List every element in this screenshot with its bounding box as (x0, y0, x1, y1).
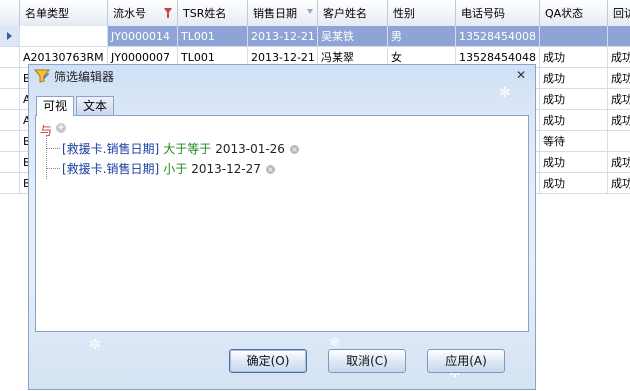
column-header-sale-date[interactable]: 销售日期 (248, 0, 318, 26)
condition-field[interactable]: [救援卡.销售日期] (62, 142, 159, 156)
row-indicator[interactable] (0, 152, 20, 173)
filter-editor-dialog: ✻ ✼ ❄ ✻ 筛选编辑器 ✕ 可视 文本 与 + [救援卡.销售日期] 大于等于… (28, 64, 536, 390)
condition-field[interactable]: [救援卡.销售日期] (62, 162, 159, 176)
column-header-list-type[interactable]: 名单类型 (20, 0, 108, 26)
table-cell[interactable]: 成功 (608, 47, 630, 68)
filter-editor-icon (34, 69, 50, 83)
table-cell[interactable]: 成功 (608, 173, 630, 194)
column-header-label: 流水号 (113, 7, 146, 20)
cancel-button[interactable]: 取消(C) (328, 349, 406, 373)
condition-value[interactable]: 2013-01-26 (215, 142, 285, 156)
table-cell[interactable]: 13528454008 (456, 26, 540, 47)
sort-icon (307, 9, 313, 14)
table-cell[interactable]: 2013-12-21 (248, 26, 318, 47)
header-corner (0, 0, 20, 26)
table-cell[interactable]: 成功 (608, 152, 630, 173)
table-cell[interactable]: 成功 (540, 110, 608, 131)
condition-operator[interactable]: 大于等于 (163, 142, 211, 156)
row-indicator[interactable] (0, 110, 20, 131)
table-cell[interactable]: 成功 (540, 68, 608, 89)
column-header-tsr-name[interactable]: TSR姓名 (178, 0, 248, 26)
tab-text[interactable]: 文本 (76, 96, 114, 115)
row-indicator[interactable] (0, 68, 20, 89)
row-indicator[interactable] (0, 89, 20, 110)
remove-condition-icon[interactable]: × (265, 165, 275, 174)
condition-value[interactable]: 2013-12-27 (191, 162, 261, 176)
tree-connector (46, 168, 60, 169)
column-header-label: 销售日期 (253, 7, 297, 20)
table-cell[interactable]: 成功 (540, 47, 608, 68)
row-indicator[interactable] (0, 173, 20, 194)
table-row[interactable]: JY0000014 TL001 2013-12-21 吴某铁男 13528454008 (0, 26, 630, 47)
dialog-title-bar[interactable]: 筛选编辑器 ✕ (29, 65, 535, 87)
filter-condition: [救援卡.销售日期] 小于 2013-12-27 × (62, 160, 275, 177)
ok-button[interactable]: 确定(O) (229, 349, 307, 373)
table-cell[interactable]: 成功 (608, 89, 630, 110)
table-cell[interactable]: TL001 (178, 26, 248, 47)
condition-operator[interactable]: 小于 (163, 162, 187, 176)
close-icon[interactable]: ✕ (514, 68, 528, 82)
table-cell[interactable]: 等待 (540, 131, 608, 152)
filter-tree-panel: 与 + [救援卡.销售日期] 大于等于 2013-01-26 × [救援卡.销售日期]… (35, 115, 529, 332)
table-cell[interactable]: JY0000014 (108, 26, 178, 47)
row-indicator[interactable] (0, 131, 20, 152)
table-cell[interactable]: 成功 (540, 89, 608, 110)
apply-button[interactable]: 应用(A) (427, 349, 505, 373)
grid-header: 名单类型 流水号 TSR姓名 销售日期 客户姓名 性别 电话号码 QA状态 回访 (0, 0, 630, 27)
table-cell[interactable] (540, 26, 608, 47)
table-cell[interactable]: 成功 (608, 110, 630, 131)
table-cell[interactable] (20, 26, 108, 47)
row-indicator[interactable] (0, 26, 20, 47)
filter-icon[interactable] (164, 8, 172, 18)
tree-connector (46, 148, 60, 149)
table-cell[interactable]: 成功 (608, 68, 630, 89)
snowflake-decoration: ✼ (89, 337, 101, 353)
column-header-customer-name[interactable]: 客户姓名 (318, 0, 388, 26)
filter-condition: [救援卡.销售日期] 大于等于 2013-01-26 × (62, 140, 299, 157)
remove-condition-icon[interactable]: × (289, 145, 299, 154)
dialog-title: 筛选编辑器 (54, 70, 115, 84)
tree-connector (46, 135, 47, 179)
snowflake-decoration: ✻ (499, 85, 511, 101)
column-header-callback[interactable]: 回访 (608, 0, 630, 26)
table-cell[interactable]: 吴某铁 (318, 26, 388, 47)
column-header-phone[interactable]: 电话号码 (456, 0, 540, 26)
tab-visual[interactable]: 可视 (36, 96, 74, 116)
column-header-gender[interactable]: 性别 (388, 0, 456, 26)
add-condition-icon[interactable]: + (56, 123, 66, 133)
table-cell[interactable]: 男 (388, 26, 456, 47)
column-header-serial-no[interactable]: 流水号 (108, 0, 178, 26)
table-cell[interactable]: 成功 (540, 152, 608, 173)
table-cell[interactable] (608, 131, 630, 152)
table-cell[interactable] (608, 26, 630, 47)
current-row-arrow-icon (7, 32, 12, 40)
column-header-qa-status[interactable]: QA状态 (540, 0, 608, 26)
table-cell[interactable]: 成功 (540, 173, 608, 194)
row-indicator[interactable] (0, 47, 20, 68)
